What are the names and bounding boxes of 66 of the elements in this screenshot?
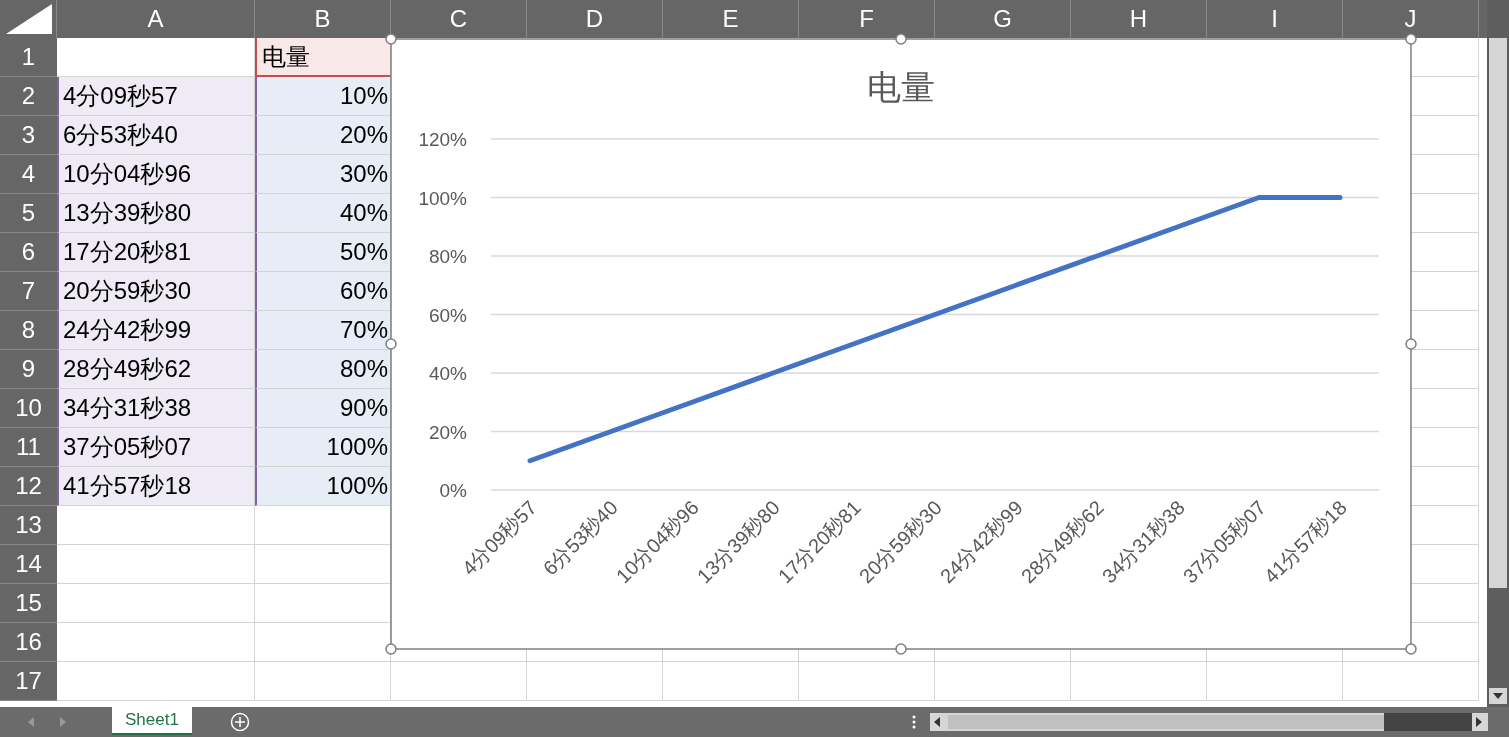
table-cell: 4分09秒57: [57, 77, 255, 116]
table-cell: 10分04秒96: [57, 155, 255, 194]
table-cell: 10%: [255, 77, 391, 116]
row-header[interactable]: 4: [0, 155, 57, 194]
table-cell: 100%: [255, 467, 391, 506]
table-cell: 6分53秒40: [57, 116, 255, 155]
row-header[interactable]: 5: [0, 194, 57, 233]
chart-title: 电量: [867, 68, 935, 106]
row-header[interactable]: 13: [0, 506, 57, 545]
resize-handle[interactable]: [1405, 338, 1417, 350]
row-header[interactable]: 1: [0, 38, 57, 77]
table-cell: 70%: [255, 311, 391, 350]
scroll-right-icon[interactable]: [1475, 717, 1482, 727]
table-cell: 20分59秒30: [57, 272, 255, 311]
axis-label: 120%: [418, 129, 467, 150]
table-cell: 41分57秒18: [57, 467, 255, 506]
resize-handle[interactable]: [385, 643, 397, 655]
scrollbar-thumb[interactable]: [947, 715, 1384, 729]
table-cell: 24分42秒99: [57, 311, 255, 350]
add-sheet-icon[interactable]: [229, 712, 250, 732]
table-cell: 28分49秒62: [57, 350, 255, 389]
row-header[interactable]: 14: [0, 545, 57, 584]
row-header[interactable]: 11: [0, 428, 57, 467]
table-cell: 34分31秒38: [57, 389, 255, 428]
scroll-left-icon[interactable]: [933, 717, 940, 727]
row-header[interactable]: 15: [0, 584, 57, 623]
table-cell: 60%: [255, 272, 391, 311]
table-cell: 80%: [255, 350, 391, 389]
row-header[interactable]: 9: [0, 350, 57, 389]
axis-label: 80%: [428, 246, 467, 267]
axis-label: 100%: [418, 187, 467, 209]
row-header[interactable]: 17: [0, 662, 57, 701]
more-options-icon[interactable]: [911, 715, 916, 729]
axis-label: 40%: [428, 363, 467, 384]
scrollbar-thumb[interactable]: [1489, 38, 1507, 588]
sheet-tab[interactable]: Sheet1: [112, 707, 192, 735]
table-cell: 20%: [255, 116, 391, 155]
table-cell: 13分39秒80: [57, 194, 255, 233]
row-header[interactable]: 2: [0, 77, 57, 116]
resize-handle[interactable]: [1405, 33, 1417, 45]
row-header[interactable]: 7: [0, 272, 57, 311]
row-header[interactable]: 12: [0, 467, 57, 506]
scroll-down-icon[interactable]: [1493, 693, 1503, 699]
table-cell: 30%: [255, 155, 391, 194]
axis-label: 20%: [428, 421, 467, 443]
vertical-scrollbar[interactable]: [1487, 0, 1509, 707]
resize-handle[interactable]: [385, 338, 397, 350]
table-cell: 50%: [255, 233, 391, 272]
resize-handle[interactable]: [895, 643, 907, 655]
table-cell: 17分20秒81: [57, 233, 255, 272]
row-header[interactable]: 10: [0, 389, 57, 428]
resize-handle[interactable]: [895, 33, 907, 45]
resize-handle[interactable]: [1405, 643, 1417, 655]
resize-handle[interactable]: [385, 33, 397, 45]
select-all-icon[interactable]: [6, 4, 52, 34]
table-cell: 37分05秒07: [57, 428, 255, 467]
row-header[interactable]: 3: [0, 116, 57, 155]
row-header[interactable]: 6: [0, 233, 57, 272]
table-cell: 100%: [255, 428, 391, 467]
table-cell: 90%: [255, 389, 391, 428]
row-header[interactable]: 16: [0, 623, 57, 662]
horizontal-scrollbar[interactable]: [929, 713, 1488, 731]
axis-label: 60%: [428, 304, 467, 326]
table-cell: 40%: [255, 194, 391, 233]
table-cell: 电量: [255, 38, 391, 77]
row-header[interactable]: 8: [0, 311, 57, 350]
